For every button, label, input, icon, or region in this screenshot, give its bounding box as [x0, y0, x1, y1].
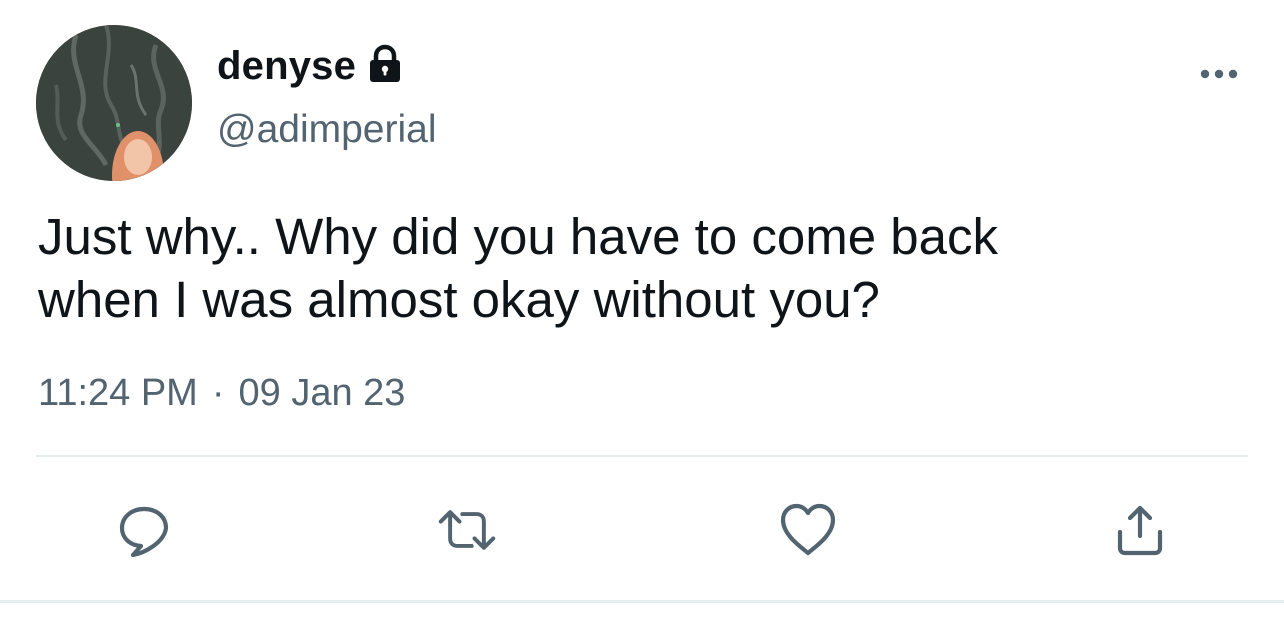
author-name-row[interactable]: denyse [217, 40, 405, 92]
reply-icon [119, 506, 169, 557]
tweet-date[interactable]: 09 Jan 23 [239, 372, 406, 415]
author-display-name[interactable]: denyse [217, 44, 356, 89]
share-icon [1117, 505, 1163, 556]
divider [36, 455, 1248, 457]
retweet-icon [438, 510, 496, 550]
tweet-timestamp[interactable]: 11:24 PM · 09 Jan 23 [38, 372, 405, 415]
timestamp-separator: · [211, 372, 225, 414]
tweet: denyse @adimperial Just why.. Why did yo… [0, 0, 1284, 621]
avatar[interactable] [36, 25, 192, 181]
author-handle[interactable]: @adimperial [217, 108, 437, 152]
tweet-time[interactable]: 11:24 PM [38, 372, 198, 415]
reply-button[interactable] [114, 500, 174, 560]
more-horizontal-icon[interactable] [1198, 64, 1242, 84]
heart-icon [780, 503, 836, 556]
share-button[interactable] [1110, 500, 1170, 560]
divider-bottom [0, 600, 1284, 603]
tweet-actions [0, 500, 1284, 560]
tweet-text: Just why.. Why did you have to come back… [38, 208, 998, 328]
lock-icon [365, 44, 405, 84]
retweet-button[interactable] [437, 500, 497, 560]
like-button[interactable] [778, 500, 838, 560]
avatar-image [36, 25, 192, 181]
